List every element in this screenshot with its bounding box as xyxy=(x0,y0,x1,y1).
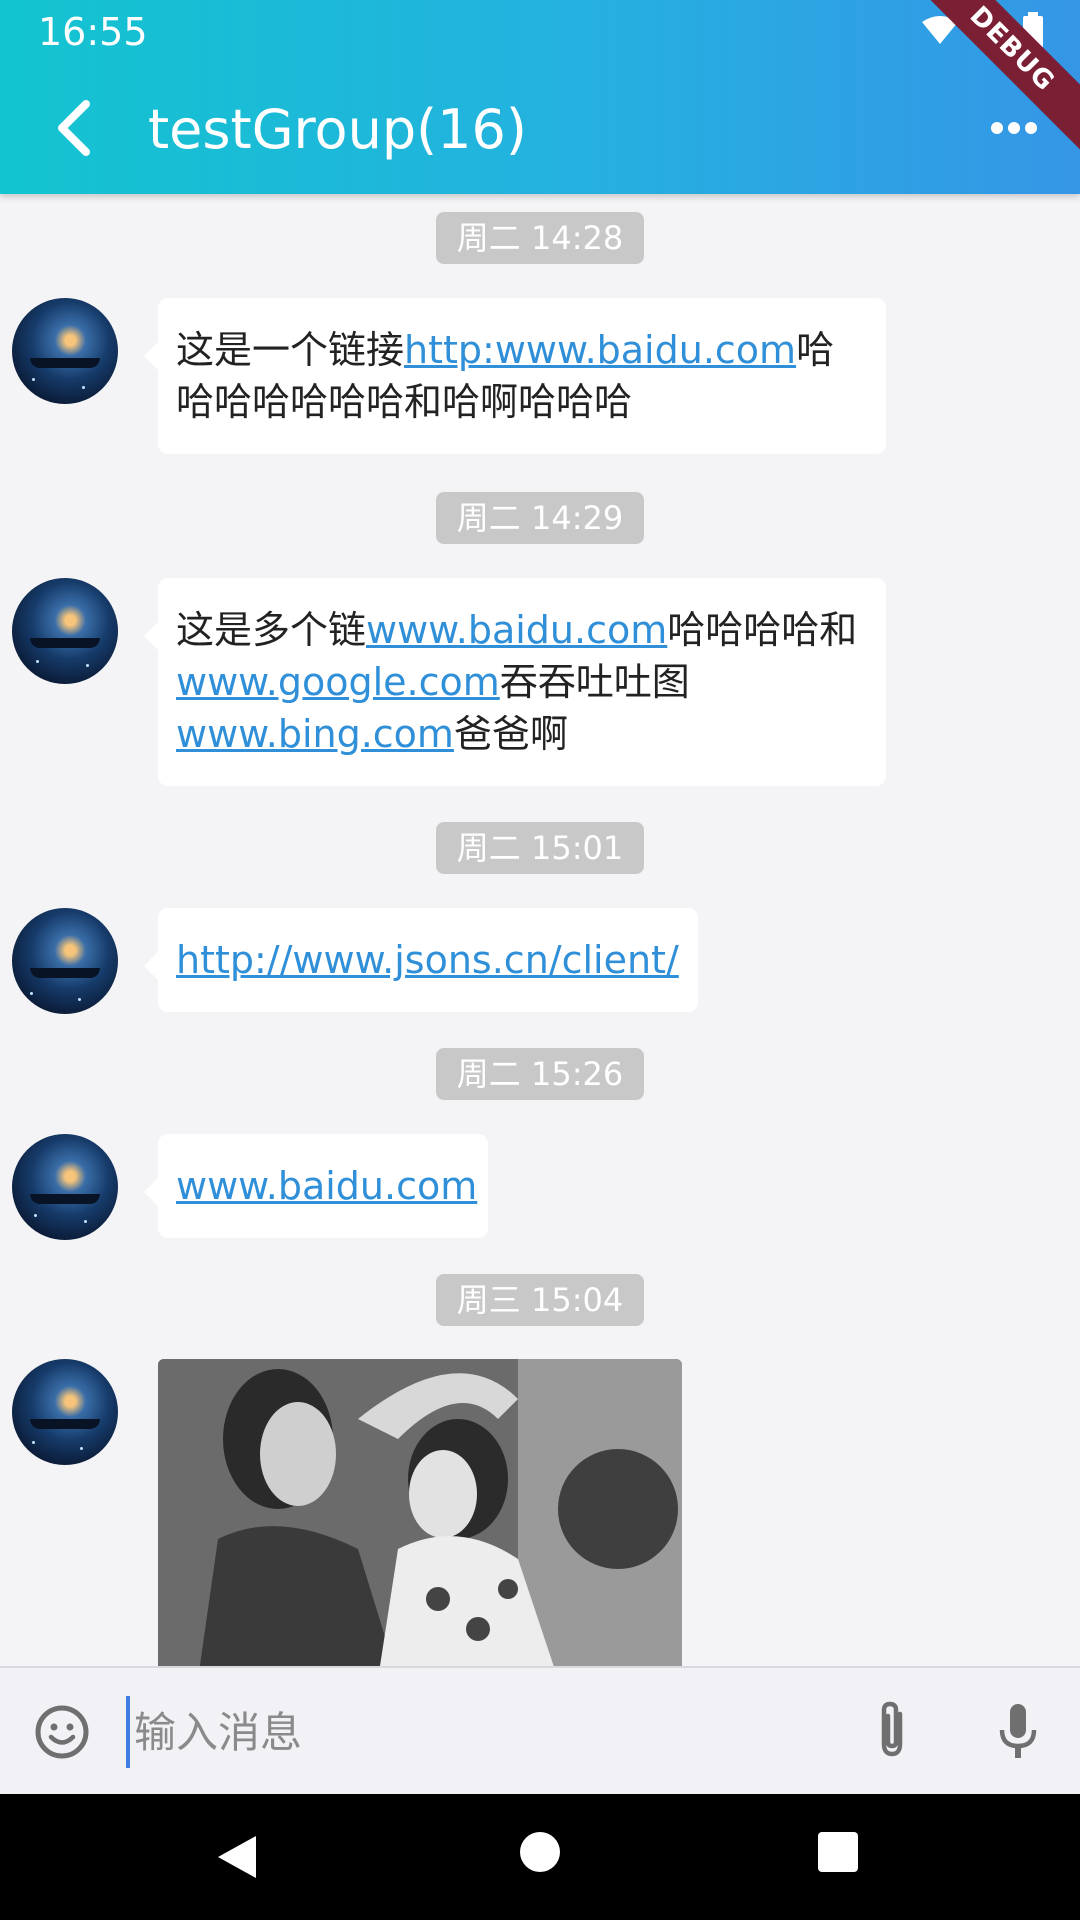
message-bubble[interactable]: http://www.jsons.cn/client/ xyxy=(144,908,698,1012)
message-text: 这是多个链 xyxy=(176,608,367,652)
message-text: 哈哈哈哈和 xyxy=(667,608,858,652)
emoji-icon xyxy=(35,1705,89,1759)
message-link[interactable]: www.baidu.com xyxy=(176,1164,477,1208)
message-link[interactable]: www.google.com xyxy=(176,660,500,704)
message-timestamp: 周二 15:26 xyxy=(436,1048,644,1100)
more-dots-icon xyxy=(991,122,1037,134)
message-text: 吞吞吐吐图 xyxy=(499,660,690,704)
message-bubble[interactable]: 这是一个链接http:www.baidu.com哈哈哈哈哈哈哈和哈啊哈哈哈 xyxy=(144,298,886,454)
message-timestamp: 周二 15:01 xyxy=(436,822,644,874)
message-link[interactable]: http://www.jsons.cn/client/ xyxy=(176,938,679,982)
message-link[interactable]: www.bing.com xyxy=(176,712,454,756)
message-link[interactable]: http:www.baidu.com xyxy=(404,328,796,372)
message-text: 这是一个链接 xyxy=(176,328,405,372)
avatar[interactable] xyxy=(12,298,118,404)
avatar[interactable] xyxy=(12,1359,118,1465)
nav-recents-icon[interactable] xyxy=(818,1832,858,1872)
emoji-button[interactable] xyxy=(34,1704,90,1760)
app-header: 16:55 DEBUG testGroup(16) xyxy=(0,0,1080,194)
message-timestamp: 周三 15:04 xyxy=(436,1274,644,1326)
message-bubble[interactable]: 这是多个链www.baidu.com哈哈哈哈和 www.google.com吞吞吐… xyxy=(144,578,886,786)
avatar[interactable] xyxy=(12,578,118,684)
message-text: 爸爸啊 xyxy=(453,712,568,756)
microphone-button[interactable] xyxy=(994,1702,1042,1762)
attachment-icon xyxy=(881,1701,903,1757)
avatar[interactable] xyxy=(12,1134,118,1240)
message-input[interactable] xyxy=(126,1696,816,1768)
back-arrow-icon xyxy=(58,100,90,156)
back-button[interactable] xyxy=(44,96,104,160)
photo-couple-dancing xyxy=(158,1359,682,1666)
avatar[interactable] xyxy=(12,908,118,1014)
message-timestamp: 周二 14:29 xyxy=(436,492,644,544)
more-button[interactable] xyxy=(984,110,1044,146)
status-time: 16:55 xyxy=(38,10,148,54)
system-navigation-bar xyxy=(0,1794,1080,1920)
message-list[interactable]: 周二 14:28 这是一个链接http:www.baidu.com哈哈哈哈哈哈哈… xyxy=(0,194,1080,1666)
message-image[interactable] xyxy=(158,1359,682,1666)
message-timestamp: 周二 14:28 xyxy=(436,212,644,264)
nav-back-icon[interactable] xyxy=(216,1834,258,1880)
nav-home-icon[interactable] xyxy=(520,1832,560,1872)
attachment-button[interactable] xyxy=(868,1698,916,1762)
message-bubble[interactable]: www.baidu.com xyxy=(144,1134,488,1238)
chat-title: testGroup(16) xyxy=(148,98,527,161)
message-input-bar xyxy=(0,1666,1080,1794)
message-link[interactable]: www.baidu.com xyxy=(366,608,667,652)
microphone-icon xyxy=(999,1704,1037,1758)
